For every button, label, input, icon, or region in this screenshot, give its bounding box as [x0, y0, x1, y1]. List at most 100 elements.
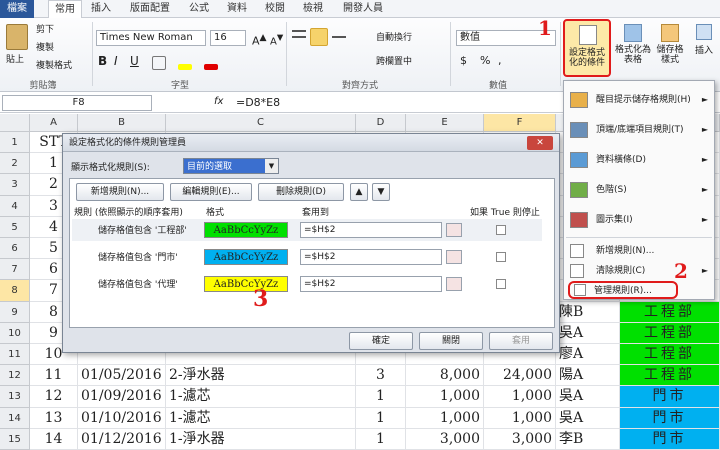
- cell-g[interactable]: 廖A: [556, 344, 620, 366]
- cell-d[interactable]: 1: [356, 407, 406, 429]
- underline-button[interactable]: U: [130, 54, 139, 68]
- close-button[interactable]: 關閉: [419, 332, 483, 350]
- tab-formulas[interactable]: 公式: [184, 0, 214, 18]
- row-header[interactable]: 12: [0, 365, 30, 387]
- row-header[interactable]: 10: [0, 322, 30, 344]
- paste-button[interactable]: 貼上: [6, 52, 24, 65]
- copy-button[interactable]: 複製: [36, 40, 54, 53]
- row-header[interactable]: 14: [0, 407, 30, 429]
- menu-item-manage-rules[interactable]: 管理規則(R)...: [568, 281, 678, 299]
- column-header-e[interactable]: E: [406, 114, 484, 132]
- cell-f[interactable]: 3,000: [484, 428, 556, 450]
- row-header[interactable]: 2: [0, 153, 30, 175]
- menu-item-top-bottom-rules[interactable]: 頂端/底端項目規則(T) ►: [564, 115, 714, 145]
- new-rule-button[interactable]: 新增規則(N)...: [76, 183, 164, 201]
- ok-button[interactable]: 確定: [349, 332, 413, 350]
- tab-view[interactable]: 檢視: [298, 0, 328, 18]
- cell-e[interactable]: 1,000: [406, 407, 484, 429]
- cell-g[interactable]: 吳A: [556, 407, 620, 429]
- row-header[interactable]: 6: [0, 238, 30, 260]
- tab-file[interactable]: 檔案: [0, 0, 34, 18]
- row-header[interactable]: 11: [0, 344, 30, 366]
- row-header[interactable]: 8: [0, 280, 30, 302]
- range-select-icon[interactable]: [446, 277, 462, 291]
- cell-f[interactable]: 1,000: [484, 386, 556, 408]
- cell-h[interactable]: 工程部: [620, 301, 720, 323]
- cell-g[interactable]: 陳B: [556, 301, 620, 323]
- column-header-a[interactable]: A: [30, 114, 78, 132]
- row-header[interactable]: 1: [0, 132, 30, 154]
- cell-h[interactable]: 工程部: [620, 365, 720, 387]
- merge-center-button[interactable]: 跨欄置中: [376, 54, 412, 67]
- cell-h[interactable]: 門市: [620, 386, 720, 408]
- cell-h[interactable]: 門市: [620, 407, 720, 429]
- cell-g[interactable]: 吳A: [556, 386, 620, 408]
- cell-a[interactable]: 14: [30, 428, 78, 450]
- dialog-close-icon[interactable]: ✕: [527, 136, 553, 150]
- cell-a[interactable]: 13: [30, 407, 78, 429]
- menu-item-highlight-cells-rules[interactable]: 醒目提示儲存格規則(H) ►: [564, 85, 714, 115]
- fill-color-icon[interactable]: [178, 64, 192, 70]
- applies-to-input[interactable]: =$H$2: [300, 276, 442, 292]
- tab-review[interactable]: 校閱: [260, 0, 290, 18]
- percent-button[interactable]: %: [480, 54, 490, 67]
- cell-c[interactable]: 1-濾芯: [166, 407, 356, 429]
- row-header[interactable]: 5: [0, 216, 30, 238]
- tab-page-layout[interactable]: 版面配置: [124, 0, 176, 18]
- select-all-corner[interactable]: [0, 114, 30, 132]
- insert-cells-button[interactable]: 插入: [690, 24, 718, 56]
- applies-to-input[interactable]: =$H$2: [300, 222, 442, 238]
- cell-d[interactable]: 1: [356, 428, 406, 450]
- row-header[interactable]: 13: [0, 386, 30, 408]
- row-header[interactable]: 3: [0, 174, 30, 196]
- rule-row[interactable]: 儲存格值包含 '工程部' AaBbCcYyZz =$H$2: [72, 219, 542, 241]
- cell-h[interactable]: 門市: [620, 428, 720, 450]
- border-icon[interactable]: [152, 56, 166, 70]
- cell-b[interactable]: 01/10/2016: [78, 407, 166, 429]
- cell-h[interactable]: 工程部: [620, 344, 720, 366]
- menu-item-data-bars[interactable]: 資料橫條(D) ►: [564, 145, 714, 175]
- cell-d[interactable]: 3: [356, 365, 406, 387]
- tab-insert[interactable]: 插入: [86, 0, 116, 18]
- applies-to-input[interactable]: =$H$2: [300, 249, 442, 265]
- column-header-f[interactable]: F: [484, 114, 556, 132]
- cell-g[interactable]: 吳A: [556, 322, 620, 344]
- delete-rule-button[interactable]: 刪除規則(D): [258, 183, 344, 201]
- rule-row[interactable]: 儲存格值包含 '門市' AaBbCcYyZz =$H$2: [72, 246, 542, 268]
- align-middle-icon[interactable]: [310, 28, 328, 46]
- range-select-icon[interactable]: [446, 223, 462, 237]
- tab-home[interactable]: 常用: [48, 0, 82, 19]
- cell-d[interactable]: 1: [356, 386, 406, 408]
- wrap-text-button[interactable]: 自動換行: [376, 30, 412, 43]
- cell-c[interactable]: 1-淨水器: [166, 428, 356, 450]
- cell-b[interactable]: 01/09/2016: [78, 386, 166, 408]
- font-color-icon[interactable]: [204, 64, 218, 70]
- format-as-table-button[interactable]: 格式化為表格: [614, 24, 652, 65]
- range-select-icon[interactable]: [446, 250, 462, 264]
- font-size-select[interactable]: 16: [210, 30, 246, 46]
- column-header-d[interactable]: D: [356, 114, 406, 132]
- stop-if-true-checkbox[interactable]: [496, 252, 506, 262]
- fx-icon[interactable]: fx: [214, 96, 223, 107]
- cell-styles-button[interactable]: 儲存格樣式: [654, 24, 686, 65]
- row-header[interactable]: 7: [0, 259, 30, 281]
- cell-a[interactable]: 11: [30, 365, 78, 387]
- cell-e[interactable]: 1,000: [406, 386, 484, 408]
- menu-item-icon-sets[interactable]: 圖示集(I) ►: [564, 205, 714, 235]
- cut-button[interactable]: 剪下: [36, 22, 54, 35]
- rule-row[interactable]: 儲存格值包含 '代理' AaBbCcYyZz =$H$2: [72, 273, 542, 295]
- cell-g[interactable]: 陽A: [556, 365, 620, 387]
- menu-item-new-rule[interactable]: 新增規則(N)...: [564, 241, 714, 261]
- align-bottom-icon[interactable]: [332, 30, 346, 38]
- shrink-font-icon[interactable]: A▼: [270, 32, 283, 47]
- move-down-icon[interactable]: ▼: [372, 183, 390, 201]
- menu-item-color-scales[interactable]: 色階(S) ►: [564, 175, 714, 205]
- format-painter-button[interactable]: 複製格式: [36, 58, 72, 71]
- italic-button[interactable]: I: [114, 54, 118, 68]
- stop-if-true-checkbox[interactable]: [496, 279, 506, 289]
- cell-b[interactable]: 01/12/2016: [78, 428, 166, 450]
- cell-e[interactable]: 8,000: [406, 365, 484, 387]
- cell-h[interactable]: 工程部: [620, 322, 720, 344]
- cell-f[interactable]: 1,000: [484, 407, 556, 429]
- cell-c[interactable]: 2-淨水器: [166, 365, 356, 387]
